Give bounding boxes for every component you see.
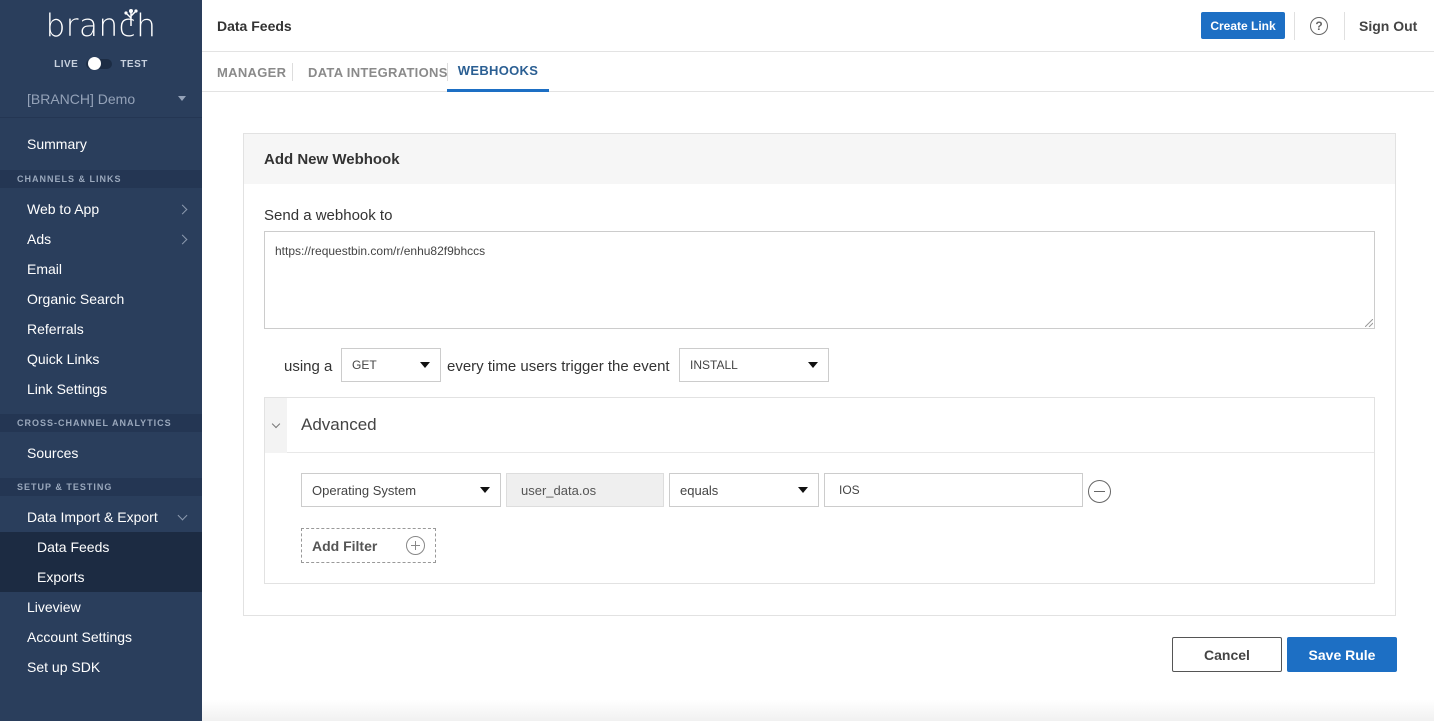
tab-webhooks[interactable]: WEBHOOKS [447, 52, 549, 92]
sidebar-item-sources[interactable]: Sources [0, 438, 202, 468]
event-select[interactable]: INSTALL [679, 348, 829, 382]
sidebar-item-data-feeds[interactable]: Data Feeds [0, 532, 202, 562]
triangle-down-icon [420, 362, 430, 368]
sidebar-item-organic-search[interactable]: Organic Search [0, 284, 202, 314]
send-webhook-label: Send a webhook to [264, 207, 393, 224]
sidebar-item-label: Organic Search [27, 291, 125, 307]
sidebar-item-web-to-app[interactable]: Web to App [0, 194, 202, 224]
sidebar-nav: Summary CHANNELS & LINKS Web to App Ads Em… [0, 118, 202, 682]
channel-list: Web to App Ads Email Organic Search Referral… [0, 194, 202, 404]
using-label: using a [284, 358, 333, 375]
event-trigger-label: every time users trigger the event [447, 358, 670, 375]
add-filter-button[interactable]: Add Filter [301, 528, 436, 563]
sidebar-item-link-settings[interactable]: Link Settings [0, 374, 202, 404]
sidebar-item-summary[interactable]: Summary [0, 118, 202, 170]
sidebar-item-label: Set up SDK [27, 659, 101, 675]
sidebar-item-label: Email [27, 261, 63, 277]
resize-grip-icon[interactable] [1365, 319, 1373, 327]
webhook-url-input[interactable]: https://requestbin.com/r/enhu82f9bhccs [264, 231, 1375, 329]
sidebar-item-label: Web to App [27, 201, 100, 217]
tab-data-integrations[interactable]: DATA INTEGRATIONS [308, 52, 448, 92]
method-select[interactable]: GET [341, 348, 441, 382]
sidebar-item-account-settings[interactable]: Account Settings [0, 622, 202, 652]
env-toggle[interactable]: LIVE TEST [0, 50, 202, 78]
filter-key-field: user_data.os [506, 473, 664, 507]
env-live-label: LIVE [54, 58, 79, 70]
add-filter-label: Add Filter [312, 537, 378, 554]
sidebar-item-referrals[interactable]: Referrals [0, 314, 202, 344]
section-setup-testing: SETUP & TESTING [0, 478, 202, 496]
triangle-down-icon [798, 487, 808, 493]
help-icon[interactable]: ? [1310, 17, 1328, 35]
advanced-toggle[interactable] [265, 397, 287, 453]
card-title: Add New Webhook [244, 134, 1395, 184]
sidebar-item-label: Ads [27, 231, 52, 247]
filter-value-input[interactable]: IOS [824, 473, 1083, 507]
org-selector[interactable]: [BRANCH] Demo [0, 80, 202, 118]
org-name: [BRANCH] Demo [27, 90, 136, 107]
sidebar: branch LIVE TEST [BRANCH] Demo Summary C… [0, 0, 202, 721]
filter-operator-value: equals [680, 482, 719, 498]
sidebar-item-label: Data Feeds [37, 539, 110, 555]
sidebar-item-exports[interactable]: Exports [0, 562, 202, 592]
sidebar-item-label: Account Settings [27, 629, 133, 645]
section-cross-channel-analytics: CROSS-CHANNEL ANALYTICS [0, 414, 202, 432]
brand-text: branch [45, 8, 157, 44]
plus-circle-icon [406, 536, 425, 555]
chevron-down-icon [177, 510, 188, 520]
sign-out-link[interactable]: Sign Out [1359, 18, 1417, 34]
advanced-header[interactable]: Advanced [265, 397, 1374, 453]
section-channels-links: CHANNELS & LINKS [0, 170, 202, 188]
sidebar-item-label: Sources [27, 445, 79, 461]
sidebar-item-label: Referrals [27, 321, 84, 337]
add-webhook-card: Add New Webhook Send a webhook to https:… [243, 133, 1396, 616]
brand-logo[interactable]: branch [0, 0, 202, 50]
sidebar-item-quick-links[interactable]: Quick Links [0, 344, 202, 374]
cancel-button[interactable]: Cancel [1172, 637, 1282, 672]
page-title: Data Feeds [217, 18, 292, 34]
chevron-down-icon [271, 419, 281, 428]
sidebar-item-data-import-export[interactable]: Data Import & Export [0, 502, 202, 532]
sidebar-item-email[interactable]: Email [0, 254, 202, 284]
sidebar-item-label: Summary [27, 136, 87, 152]
advanced-title: Advanced [301, 415, 377, 434]
remove-filter-icon[interactable] [1088, 480, 1111, 503]
sidebar-item-label: Liveview [27, 599, 81, 615]
sidebar-item-label: Quick Links [27, 351, 100, 367]
advanced-panel: Advanced Operating System user_data.os e… [264, 397, 1375, 584]
chevron-right-icon [177, 204, 188, 214]
sidebar-item-label: Exports [37, 569, 85, 585]
sidebar-item-liveview[interactable]: Liveview [0, 592, 202, 622]
create-link-button[interactable]: Create Link [1201, 12, 1285, 39]
sidebar-item-label: Data Import & Export [27, 509, 158, 525]
env-switch-knob [88, 57, 102, 70]
method-value: GET [352, 358, 377, 372]
triangle-down-icon [808, 362, 818, 368]
filter-field-value: Operating System [312, 482, 417, 498]
filter-field-select[interactable]: Operating System [301, 473, 501, 507]
sidebar-item-setup-sdk[interactable]: Set up SDK [0, 652, 202, 682]
sidebar-item-label: Link Settings [27, 381, 108, 397]
triangle-down-icon [480, 487, 490, 493]
top-bar: Data Feeds Create Link ? Sign Out [202, 0, 1434, 52]
tab-separator [292, 63, 293, 81]
save-rule-button[interactable]: Save Rule [1287, 637, 1397, 672]
caret-down-icon [178, 96, 186, 101]
env-test-label: TEST [120, 58, 148, 70]
filter-operator-select[interactable]: equals [669, 473, 819, 507]
tab-bar: MANAGER DATA INTEGRATIONS WEBHOOKS [202, 52, 1434, 92]
divider [1294, 12, 1295, 40]
chevron-right-icon [177, 234, 188, 244]
tab-manager[interactable]: MANAGER [217, 52, 286, 92]
env-switch[interactable] [86, 57, 113, 70]
sprig-icon [124, 9, 138, 26]
bottom-shade [202, 700, 1434, 721]
event-value: INSTALL [690, 358, 738, 372]
divider [1344, 12, 1345, 40]
sidebar-item-ads[interactable]: Ads [0, 224, 202, 254]
